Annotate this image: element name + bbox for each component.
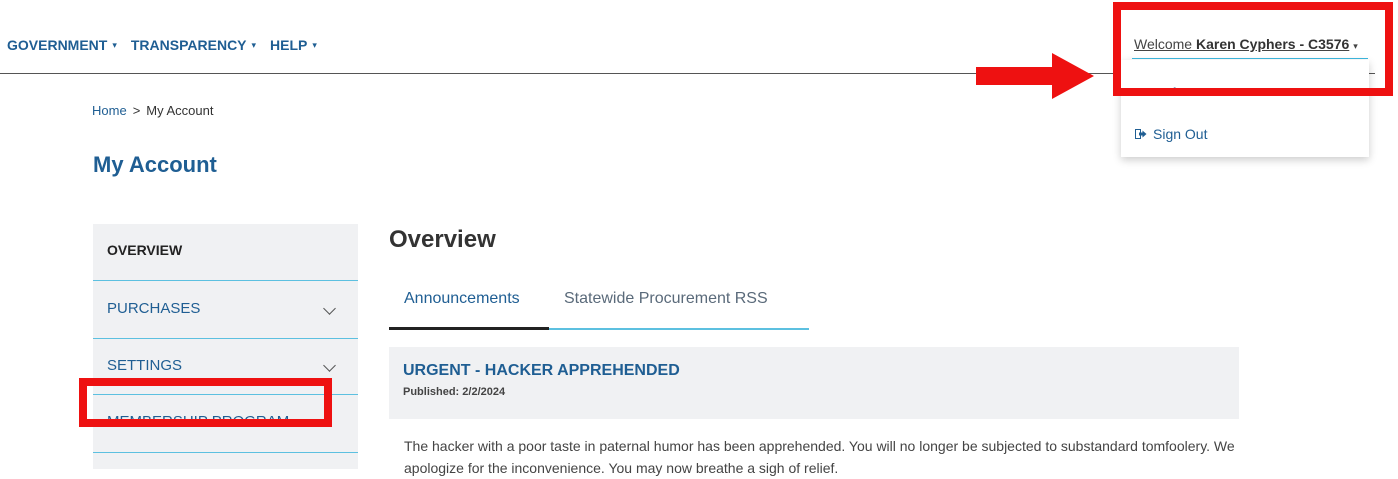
arrow-right-icon	[976, 53, 1094, 99]
chevron-down-icon	[323, 302, 336, 315]
tab-announcements[interactable]: Announcements	[404, 290, 520, 308]
sidebar-item-label: SETTINGS	[107, 357, 183, 374]
caret-down-icon: ▾	[312, 39, 317, 50]
highlight-box-membership	[79, 378, 332, 427]
nav-transparency[interactable]: TRANSPARENCY ▾	[131, 37, 256, 53]
announcement-date: Published: 2/2/2024	[403, 386, 506, 398]
nav-help[interactable]: HELP ▾	[270, 37, 317, 53]
sidebar-divider	[93, 452, 358, 453]
sidebar-divider	[93, 338, 358, 339]
sidebar-divider	[93, 280, 358, 281]
breadcrumb-home[interactable]: Home	[92, 103, 127, 118]
chevron-down-icon	[323, 359, 336, 372]
sidebar-item-label: PURCHASES	[107, 300, 201, 317]
announcement-body: The hacker with a poor taste in paternal…	[404, 438, 1235, 476]
breadcrumb-current: My Account	[146, 103, 214, 118]
highlight-box-user-menu	[1113, 2, 1393, 96]
caret-down-icon: ▾	[112, 39, 117, 50]
sidebar-item-label: OVERVIEW	[107, 242, 183, 258]
nav-government[interactable]: GOVERNMENT ▾	[7, 37, 117, 53]
page-title: My Account	[93, 152, 217, 177]
announcement-title[interactable]: URGENT - HACKER APPREHENDED	[403, 362, 680, 380]
breadcrumb-separator: >	[132, 103, 141, 118]
top-nav: GOVERNMENT ▾ TRANSPARENCY ▾ HELP ▾	[7, 37, 317, 53]
nav-government-label: GOVERNMENT	[7, 37, 108, 53]
nav-help-label: HELP	[270, 37, 308, 53]
menu-item-sign-out[interactable]: Sign Out	[1135, 126, 1207, 142]
sign-out-icon	[1135, 129, 1147, 139]
tab-statewide-procurement-rss[interactable]: Statewide Procurement RSS	[564, 290, 768, 308]
breadcrumb: Home > My Account	[92, 103, 213, 118]
caret-down-icon: ▾	[251, 39, 257, 50]
tab-active-indicator	[389, 327, 549, 330]
account-sidebar: OVERVIEW PURCHASES SETTINGS MEMBERSHIP P…	[93, 224, 358, 469]
announcement-header	[389, 347, 1239, 419]
sign-out-label: Sign Out	[1153, 126, 1208, 142]
section-title: Overview	[389, 226, 496, 253]
nav-transparency-label: TRANSPARENCY	[130, 37, 247, 53]
